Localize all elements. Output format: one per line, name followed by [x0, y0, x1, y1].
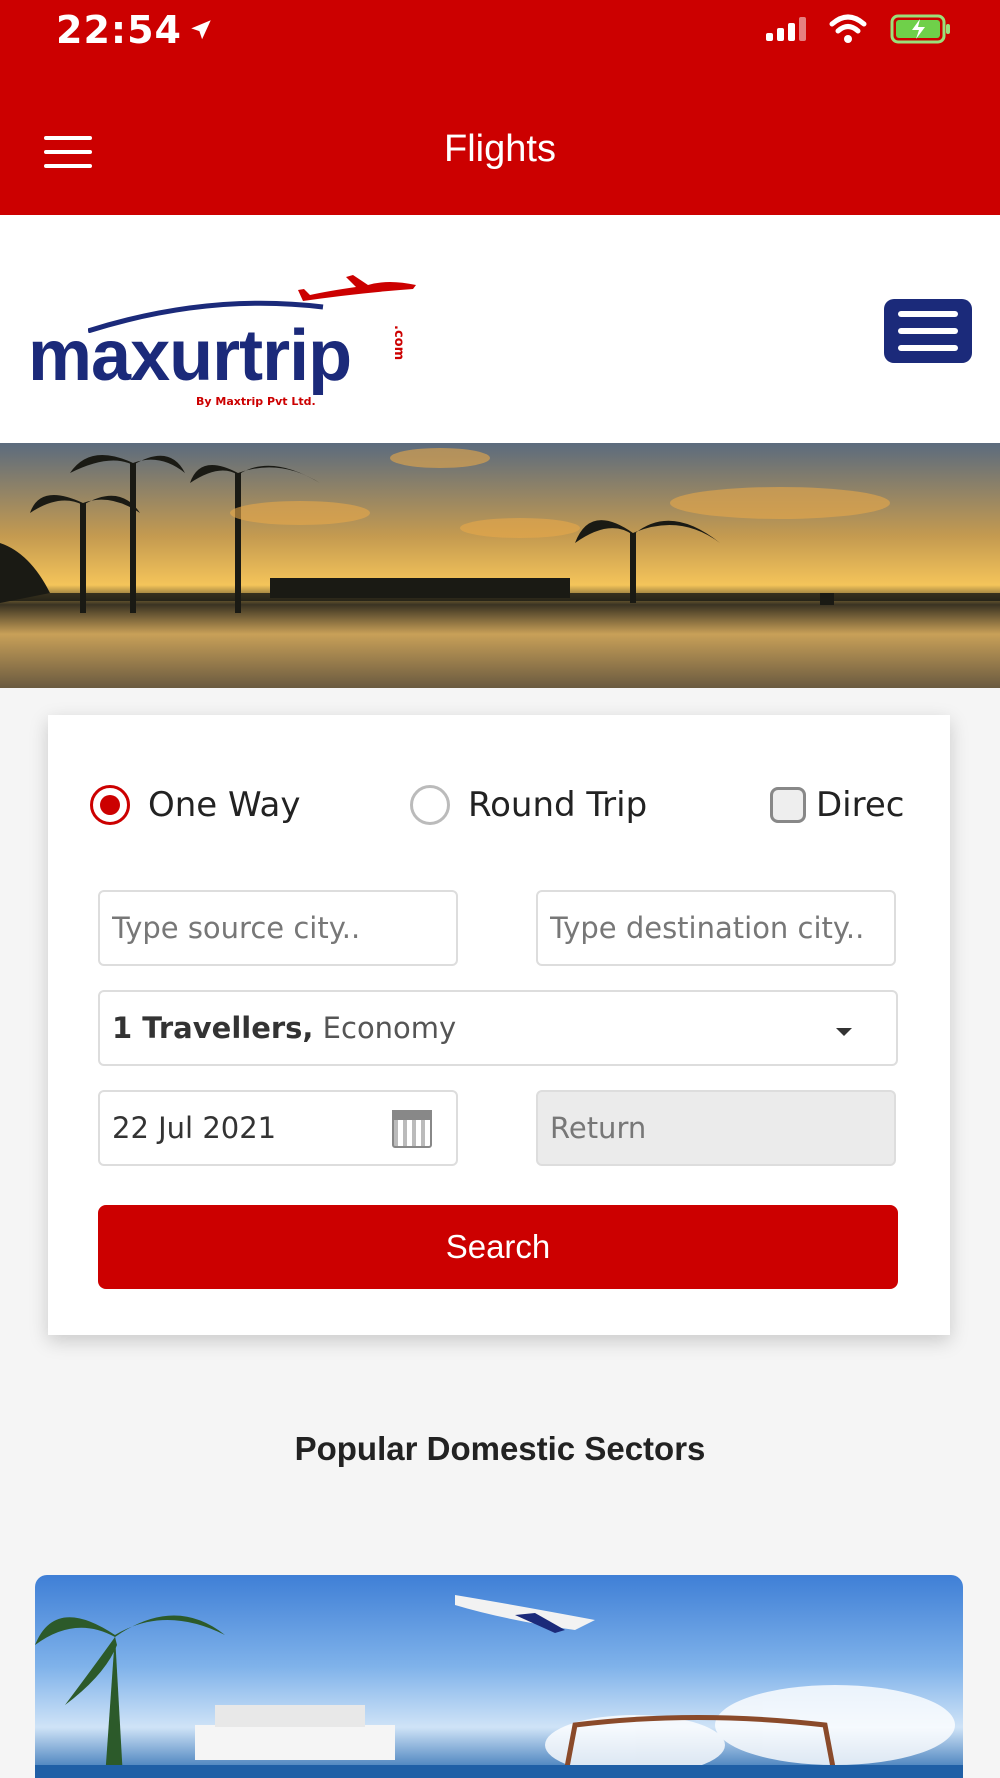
direct-flights-checkbox[interactable] — [770, 787, 806, 823]
direct-flights-label: Direc — [816, 785, 905, 825]
flight-search-card: One Way Round Trip Direc 1 Travellers, E… — [48, 715, 950, 1335]
return-date-field[interactable]: Return — [536, 1090, 896, 1166]
hero-banner-image — [0, 443, 1000, 688]
source-city-input[interactable] — [112, 911, 456, 945]
popular-sector-image[interactable] — [35, 1575, 963, 1778]
brand-logo[interactable]: maxurtrip By Maxtrip Pvt Ltd. .com — [28, 275, 416, 408]
travellers-count: 1 Travellers, — [112, 1011, 314, 1045]
depart-date-value: 22 Jul 2021 — [112, 1111, 277, 1145]
logo-tagline: By Maxtrip Pvt Ltd. — [196, 395, 316, 408]
cellular-signal-icon — [766, 17, 806, 41]
wifi-icon — [829, 14, 867, 43]
return-date-placeholder: Return — [550, 1111, 647, 1145]
palm-trees-silhouette — [0, 448, 1000, 613]
one-way-option[interactable]: One Way — [90, 785, 300, 825]
popular-sectors-heading: Popular Domestic Sectors — [294, 1430, 706, 1467]
dropdown-caret-icon — [836, 1028, 852, 1036]
direct-flights-option[interactable]: Direc — [770, 785, 904, 825]
round-trip-label: Round Trip — [468, 785, 648, 825]
site-header: maxurtrip By Maxtrip Pvt Ltd. .com — [0, 215, 1000, 443]
site-menu-button[interactable] — [884, 299, 972, 363]
source-city-field[interactable] — [98, 890, 458, 966]
round-trip-radio[interactable] — [410, 785, 450, 825]
logo-domain: .com — [391, 325, 406, 361]
location-arrow-icon — [191, 20, 211, 40]
logo-wordmark: maxurtrip — [28, 316, 352, 396]
calendar-icon[interactable] — [392, 1110, 432, 1148]
travellers-class-select[interactable]: 1 Travellers, Economy — [98, 990, 898, 1066]
destination-city-field[interactable] — [536, 890, 896, 966]
page-title: Flights — [444, 128, 556, 170]
cabin-class: Economy — [322, 1011, 457, 1045]
one-way-radio[interactable] — [90, 785, 130, 825]
trip-type-selector: One Way Round Trip Direc — [90, 785, 910, 835]
one-way-label: One Way — [148, 785, 301, 825]
status-time: 22:54 — [56, 8, 214, 52]
app-bar: 22:54 Flights — [0, 0, 1000, 215]
travel-collage-illustration — [35, 1595, 963, 1778]
search-button[interactable]: Search — [98, 1205, 898, 1289]
destination-city-input[interactable] — [550, 911, 894, 945]
status-icons — [766, 14, 952, 44]
round-trip-option[interactable]: Round Trip — [410, 785, 647, 825]
depart-date-field[interactable]: 22 Jul 2021 — [98, 1090, 458, 1166]
battery-charging-icon — [890, 14, 950, 44]
